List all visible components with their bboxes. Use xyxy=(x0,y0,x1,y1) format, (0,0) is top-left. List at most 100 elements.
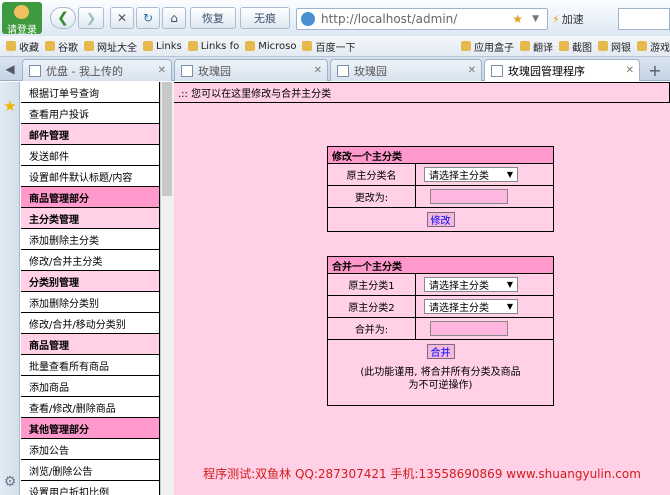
modify-button[interactable]: 修改 xyxy=(426,211,455,227)
menu-link[interactable]: 添加删除分类别 xyxy=(21,292,160,313)
merge-name-input[interactable] xyxy=(430,321,508,336)
select-value: 请选择主分类 xyxy=(429,281,489,292)
back-button[interactable]: ❮ xyxy=(50,7,76,29)
new-name-input[interactable] xyxy=(430,189,508,204)
menu-section-header: 主分类管理 xyxy=(21,208,160,229)
favorite-item[interactable]: 截图 xyxy=(559,39,592,54)
favorite-item[interactable]: 百度一下 xyxy=(302,39,355,54)
menu-link[interactable]: 根据订单号查询 xyxy=(21,82,160,103)
menu-link[interactable]: 查看/修改/删除商品 xyxy=(21,397,160,418)
chevron-down-icon[interactable]: ▼ xyxy=(532,14,539,24)
menu-link[interactable]: 设置用户折扣比例 xyxy=(21,481,160,495)
favorite-label: 截图 xyxy=(572,42,592,54)
menu-link[interactable]: 浏览/删除公告 xyxy=(21,460,160,481)
favorite-item[interactable]: 游戏 xyxy=(637,39,670,54)
lightning-icon: ⚡ xyxy=(552,12,560,26)
menu-section-header: 邮件管理 xyxy=(21,124,160,145)
accelerate-button[interactable]: ⚡ 加速 xyxy=(552,8,612,30)
favorite-item[interactable]: Microso xyxy=(245,41,296,52)
category-select[interactable]: 请选择主分类 ▼ xyxy=(424,167,518,182)
forward-button[interactable]: ❯ xyxy=(78,7,104,29)
browser-sidebar xyxy=(0,82,20,495)
login-label: 请登录 xyxy=(7,25,37,36)
refresh-button[interactable]: ↻ xyxy=(136,7,160,29)
merge-warning: (此功能谨用, 将合并所有分类及商品 为不可逆操作) xyxy=(328,362,553,392)
menu-link[interactable]: 设置邮件默认标题/内容 xyxy=(21,166,160,187)
folder-icon xyxy=(637,41,647,51)
star-icon[interactable]: ★ xyxy=(512,12,523,26)
favorite-item[interactable]: Links fo xyxy=(187,41,239,52)
menu-link[interactable]: 查看用户投诉 xyxy=(21,103,160,124)
address-bar[interactable]: http://localhost/admin/ ★ ▼ xyxy=(296,8,548,30)
folder-icon xyxy=(187,41,198,51)
sidebar-toggle-icon[interactable]: ◀ xyxy=(0,57,20,81)
tab-rose-admin[interactable]: 玫瑰园管理程序 ✕ xyxy=(484,59,640,81)
avatar-icon xyxy=(14,5,29,19)
close-icon[interactable]: ✕ xyxy=(158,65,166,76)
favorite-item[interactable]: 翻译 xyxy=(520,39,553,54)
favorite-label: 网银 xyxy=(611,42,631,54)
refresh-icon: ↻ xyxy=(142,11,154,25)
category-1-select[interactable]: 请选择主分类 ▼ xyxy=(424,277,518,292)
gear-icon[interactable]: ⚙ xyxy=(1,474,19,492)
chevron-down-icon: ▼ xyxy=(506,170,513,179)
footer-credit: 程序测试:双鱼林 QQ:287307421 手机:13558690869 www… xyxy=(203,467,641,481)
home-button[interactable]: ⌂ xyxy=(162,7,186,29)
favorite-label: 收藏 xyxy=(19,42,39,54)
menu-link[interactable]: 修改/合并主分类 xyxy=(21,250,160,271)
menu-section-header: 分类别管理 xyxy=(21,271,160,292)
favorite-item[interactable]: 收藏 xyxy=(6,39,39,54)
notice-bar: .:: 您可以在这里修改与合并主分类 xyxy=(174,82,670,103)
tab-rose-2[interactable]: 玫瑰园 ✕ xyxy=(330,59,482,81)
category-2-select[interactable]: 请选择主分类 ▼ xyxy=(424,299,518,314)
new-tab-button[interactable]: + xyxy=(642,59,668,81)
menu-link[interactable]: 批量查看所有商品 xyxy=(21,355,160,376)
favorites-star-icon[interactable]: ★ xyxy=(1,97,19,115)
restore-button[interactable]: 恢复 xyxy=(190,7,236,29)
folder-icon xyxy=(302,41,313,51)
folder-icon xyxy=(598,41,608,51)
favorites-bar: 收藏 谷歌 网址大全 Links Links fo Microso 百度一下 应用盒子 翻译 截图… xyxy=(0,36,670,57)
menu-link[interactable]: 发送邮件 xyxy=(21,145,160,166)
favorite-item[interactable]: 网址大全 xyxy=(84,39,137,54)
restore-label: 恢复 xyxy=(202,12,224,25)
accelerate-label: 加速 xyxy=(561,13,584,26)
close-icon[interactable]: ✕ xyxy=(626,65,634,76)
tab-label: 玫瑰园管理程序 xyxy=(508,64,585,78)
folder-icon xyxy=(461,41,471,51)
modify-panel: 修改一个主分类 原主分类名 请选择主分类 ▼ 更改为: 修改 xyxy=(327,146,554,232)
chevron-down-icon: ▼ xyxy=(506,302,513,311)
menu-section-header: 其他管理部分 xyxy=(21,418,160,439)
folder-icon xyxy=(520,41,530,51)
favorite-label: 网址大全 xyxy=(97,42,137,54)
tab-label: 玫瑰园 xyxy=(198,64,231,78)
close-icon[interactable]: ✕ xyxy=(468,65,476,76)
page-icon xyxy=(29,64,41,77)
page-icon xyxy=(337,64,349,77)
orig-category-label: 原主分类名 xyxy=(328,164,416,185)
forward-arrow-icon: ❯ xyxy=(85,11,97,25)
close-icon[interactable]: ✕ xyxy=(314,65,322,76)
page-icon xyxy=(181,64,193,77)
menu-link[interactable]: 修改/合并/移动分类别 xyxy=(21,313,160,334)
search-input[interactable] xyxy=(618,8,670,30)
warning-line: (此功能谨用, 将合并所有分类及商品 xyxy=(360,367,521,378)
favorite-item[interactable]: Links xyxy=(143,41,182,52)
favorite-item[interactable]: 谷歌 xyxy=(45,39,78,54)
favorite-item[interactable]: 应用盒子 xyxy=(461,39,514,54)
menu-link[interactable]: 添加删除主分类 xyxy=(21,229,160,250)
login-button[interactable]: 请登录 xyxy=(2,2,42,36)
scrollbar-thumb[interactable] xyxy=(162,82,172,196)
select-value: 请选择主分类 xyxy=(429,303,489,314)
menu-link[interactable]: 添加商品 xyxy=(21,376,160,397)
favorite-item[interactable]: 网银 xyxy=(598,39,631,54)
merge-button[interactable]: 合并 xyxy=(426,343,455,359)
stop-button[interactable]: ✕ xyxy=(110,7,134,29)
merge-to-label: 合并为: xyxy=(328,318,416,339)
menu-link[interactable]: 添加公告 xyxy=(21,439,160,460)
tab-upan[interactable]: 优盘 - 我上传的 ✕ xyxy=(22,59,172,81)
incognito-button[interactable]: 无痕 xyxy=(240,7,290,29)
favorite-label: 翻译 xyxy=(533,42,553,54)
tab-rose-1[interactable]: 玫瑰园 ✕ xyxy=(174,59,328,81)
incognito-label: 无痕 xyxy=(254,12,276,25)
